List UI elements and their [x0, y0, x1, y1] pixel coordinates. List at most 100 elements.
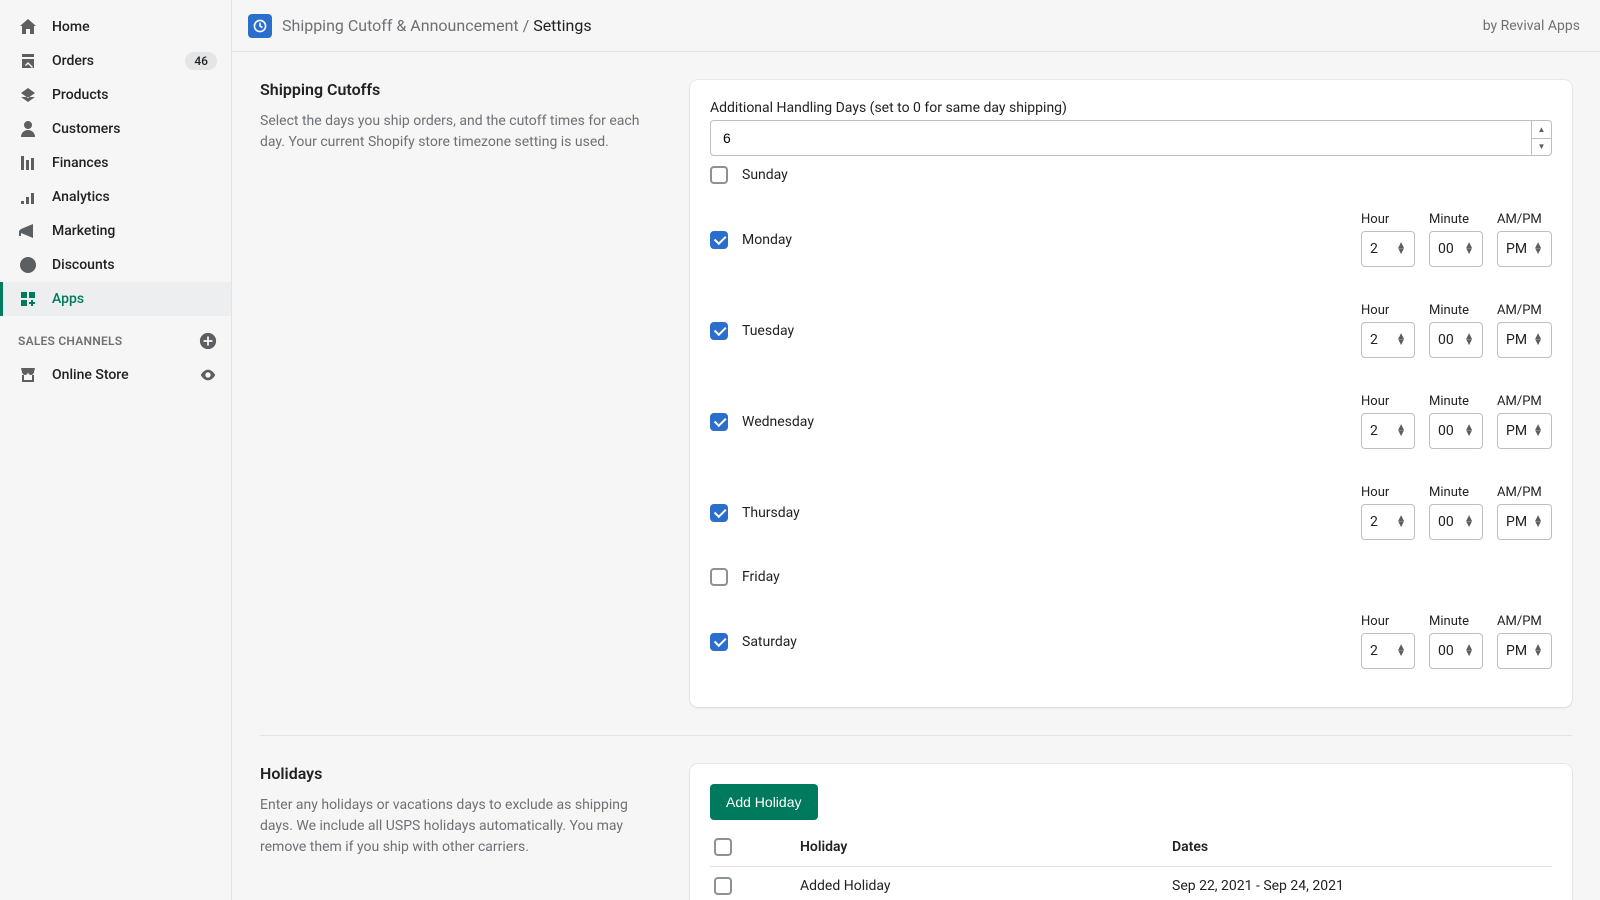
cutoffs-info: Shipping Cutoffs Select the days you shi…: [260, 80, 650, 707]
holiday-checkbox[interactable]: [714, 877, 732, 895]
section-cutoffs: Shipping Cutoffs Select the days you shi…: [260, 80, 1572, 735]
ampm-label: AM/PM: [1497, 394, 1552, 409]
ampm-select[interactable]: PM▲▼: [1497, 231, 1552, 267]
day-checkbox[interactable]: [710, 322, 728, 340]
day-checkbox[interactable]: [710, 413, 728, 431]
minute-select[interactable]: 00▲▼: [1429, 504, 1483, 540]
hour-label: Hour: [1361, 303, 1415, 318]
sidebar-item-products[interactable]: Products: [0, 78, 231, 112]
sales-channels-label: SALES CHANNELS: [18, 334, 122, 348]
sidebar-item-label: Orders: [52, 53, 94, 69]
caret-icon: ▲▼: [1396, 645, 1406, 657]
minute-select[interactable]: 00▲▼: [1429, 231, 1483, 267]
caret-icon: ▲▼: [1396, 243, 1406, 255]
time-controls: Hour 2▲▼ Minute 00▲▼ AM/PM PM▲▼: [1361, 614, 1552, 669]
add-channel-icon[interactable]: [199, 332, 217, 350]
ampm-label: AM/PM: [1497, 212, 1552, 227]
minute-label: Minute: [1429, 485, 1483, 500]
sidebar-item-label: Apps: [52, 291, 84, 307]
apps-icon: [18, 289, 38, 309]
sidebar-item-home[interactable]: Home: [0, 10, 231, 44]
ampm-select[interactable]: PM▲▼: [1497, 413, 1552, 449]
sidebar-item-label: Analytics: [52, 189, 110, 205]
day-checkbox[interactable]: [710, 166, 728, 184]
sidebar-item-discounts[interactable]: Discounts: [0, 248, 231, 282]
time-controls: Hour 2▲▼ Minute 00▲▼ AM/PM PM▲▼: [1361, 394, 1552, 449]
sidebar: Home Orders 46 Products Customers Financ…: [0, 0, 232, 900]
minute-label: Minute: [1429, 303, 1483, 318]
sidebar-item-orders[interactable]: Orders 46: [0, 44, 231, 78]
holiday-row: Added Holiday Sep 22, 2021 - Sep 24, 202…: [710, 867, 1552, 900]
app-icon: [248, 14, 272, 38]
day-label: Sunday: [742, 167, 788, 183]
day-checkbox[interactable]: [710, 568, 728, 586]
handling-spinner: ▲ ▼: [1531, 121, 1551, 155]
breadcrumb: Shipping Cutoff & Announcement / Setting…: [282, 16, 592, 35]
caret-icon: ▲▼: [1533, 334, 1543, 346]
sidebar-item-analytics[interactable]: Analytics: [0, 180, 231, 214]
time-controls: Hour 2▲▼ Minute 00▲▼ AM/PM PM▲▼: [1361, 212, 1552, 267]
ampm-select[interactable]: PM▲▼: [1497, 504, 1552, 540]
hour-select[interactable]: 2▲▼: [1361, 504, 1415, 540]
ampm-select[interactable]: PM▲▼: [1497, 633, 1552, 669]
day-checkbox[interactable]: [710, 231, 728, 249]
day-label: Saturday: [742, 634, 797, 650]
home-icon: [18, 17, 38, 37]
analytics-icon: [18, 187, 38, 207]
topbar: Shipping Cutoff & Announcement / Setting…: [232, 0, 1600, 52]
add-holiday-button[interactable]: Add Holiday: [710, 784, 818, 820]
hour-select[interactable]: 2▲▼: [1361, 231, 1415, 267]
caret-icon: ▲▼: [1464, 334, 1474, 346]
discounts-icon: [18, 255, 38, 275]
view-store-icon[interactable]: [199, 366, 217, 384]
sidebar-item-finances[interactable]: Finances: [0, 146, 231, 180]
holidays-title: Holidays: [260, 764, 650, 783]
spinner-down-icon[interactable]: ▼: [1532, 139, 1551, 156]
sidebar-item-label: Home: [52, 19, 90, 35]
breadcrumb-current: Settings: [533, 16, 591, 35]
minute-label: Minute: [1429, 614, 1483, 629]
day-label: Monday: [742, 232, 792, 248]
sidebar-item-apps[interactable]: Apps: [0, 282, 231, 316]
caret-icon: ▲▼: [1464, 645, 1474, 657]
hour-select[interactable]: 2▲▼: [1361, 413, 1415, 449]
minute-select[interactable]: 00▲▼: [1429, 413, 1483, 449]
caret-icon: ▲▼: [1464, 243, 1474, 255]
holiday-dates: Sep 22, 2021 - Sep 24, 2021: [1172, 878, 1552, 894]
hour-label: Hour: [1361, 485, 1415, 500]
caret-icon: ▲▼: [1533, 645, 1543, 657]
select-all-checkbox[interactable]: [714, 838, 732, 856]
store-icon: [18, 365, 38, 385]
products-icon: [18, 85, 38, 105]
day-label: Tuesday: [742, 323, 794, 339]
caret-icon: ▲▼: [1464, 425, 1474, 437]
handling-label: Additional Handling Days (set to 0 for s…: [710, 100, 1552, 116]
sidebar-item-label: Customers: [52, 121, 120, 137]
day-label: Friday: [742, 569, 780, 585]
day-row-sunday: Sunday: [710, 156, 1552, 194]
minute-select[interactable]: 00▲▼: [1429, 633, 1483, 669]
minute-select[interactable]: 00▲▼: [1429, 322, 1483, 358]
sidebar-item-label: Products: [52, 87, 109, 103]
cutoffs-title: Shipping Cutoffs: [260, 80, 650, 99]
hour-label: Hour: [1361, 394, 1415, 409]
ampm-label: AM/PM: [1497, 303, 1552, 318]
ampm-select[interactable]: PM▲▼: [1497, 322, 1552, 358]
day-checkbox[interactable]: [710, 504, 728, 522]
day-checkbox[interactable]: [710, 633, 728, 651]
caret-icon: ▲▼: [1396, 334, 1406, 346]
content: Shipping Cutoffs Select the days you shi…: [232, 52, 1600, 900]
ampm-label: AM/PM: [1497, 485, 1552, 500]
sidebar-item-marketing[interactable]: Marketing: [0, 214, 231, 248]
col-dates: Dates: [1172, 839, 1552, 855]
sidebar-item-customers[interactable]: Customers: [0, 112, 231, 146]
customers-icon: [18, 119, 38, 139]
holiday-table-head: Holiday Dates: [710, 828, 1552, 867]
hour-select[interactable]: 2▲▼: [1361, 633, 1415, 669]
spinner-up-icon[interactable]: ▲: [1532, 121, 1551, 139]
ampm-label: AM/PM: [1497, 614, 1552, 629]
handling-input[interactable]: [711, 121, 1531, 155]
hour-select[interactable]: 2▲▼: [1361, 322, 1415, 358]
sidebar-item-online-store[interactable]: Online Store: [0, 358, 231, 392]
breadcrumb-app[interactable]: Shipping Cutoff & Announcement: [282, 16, 519, 35]
